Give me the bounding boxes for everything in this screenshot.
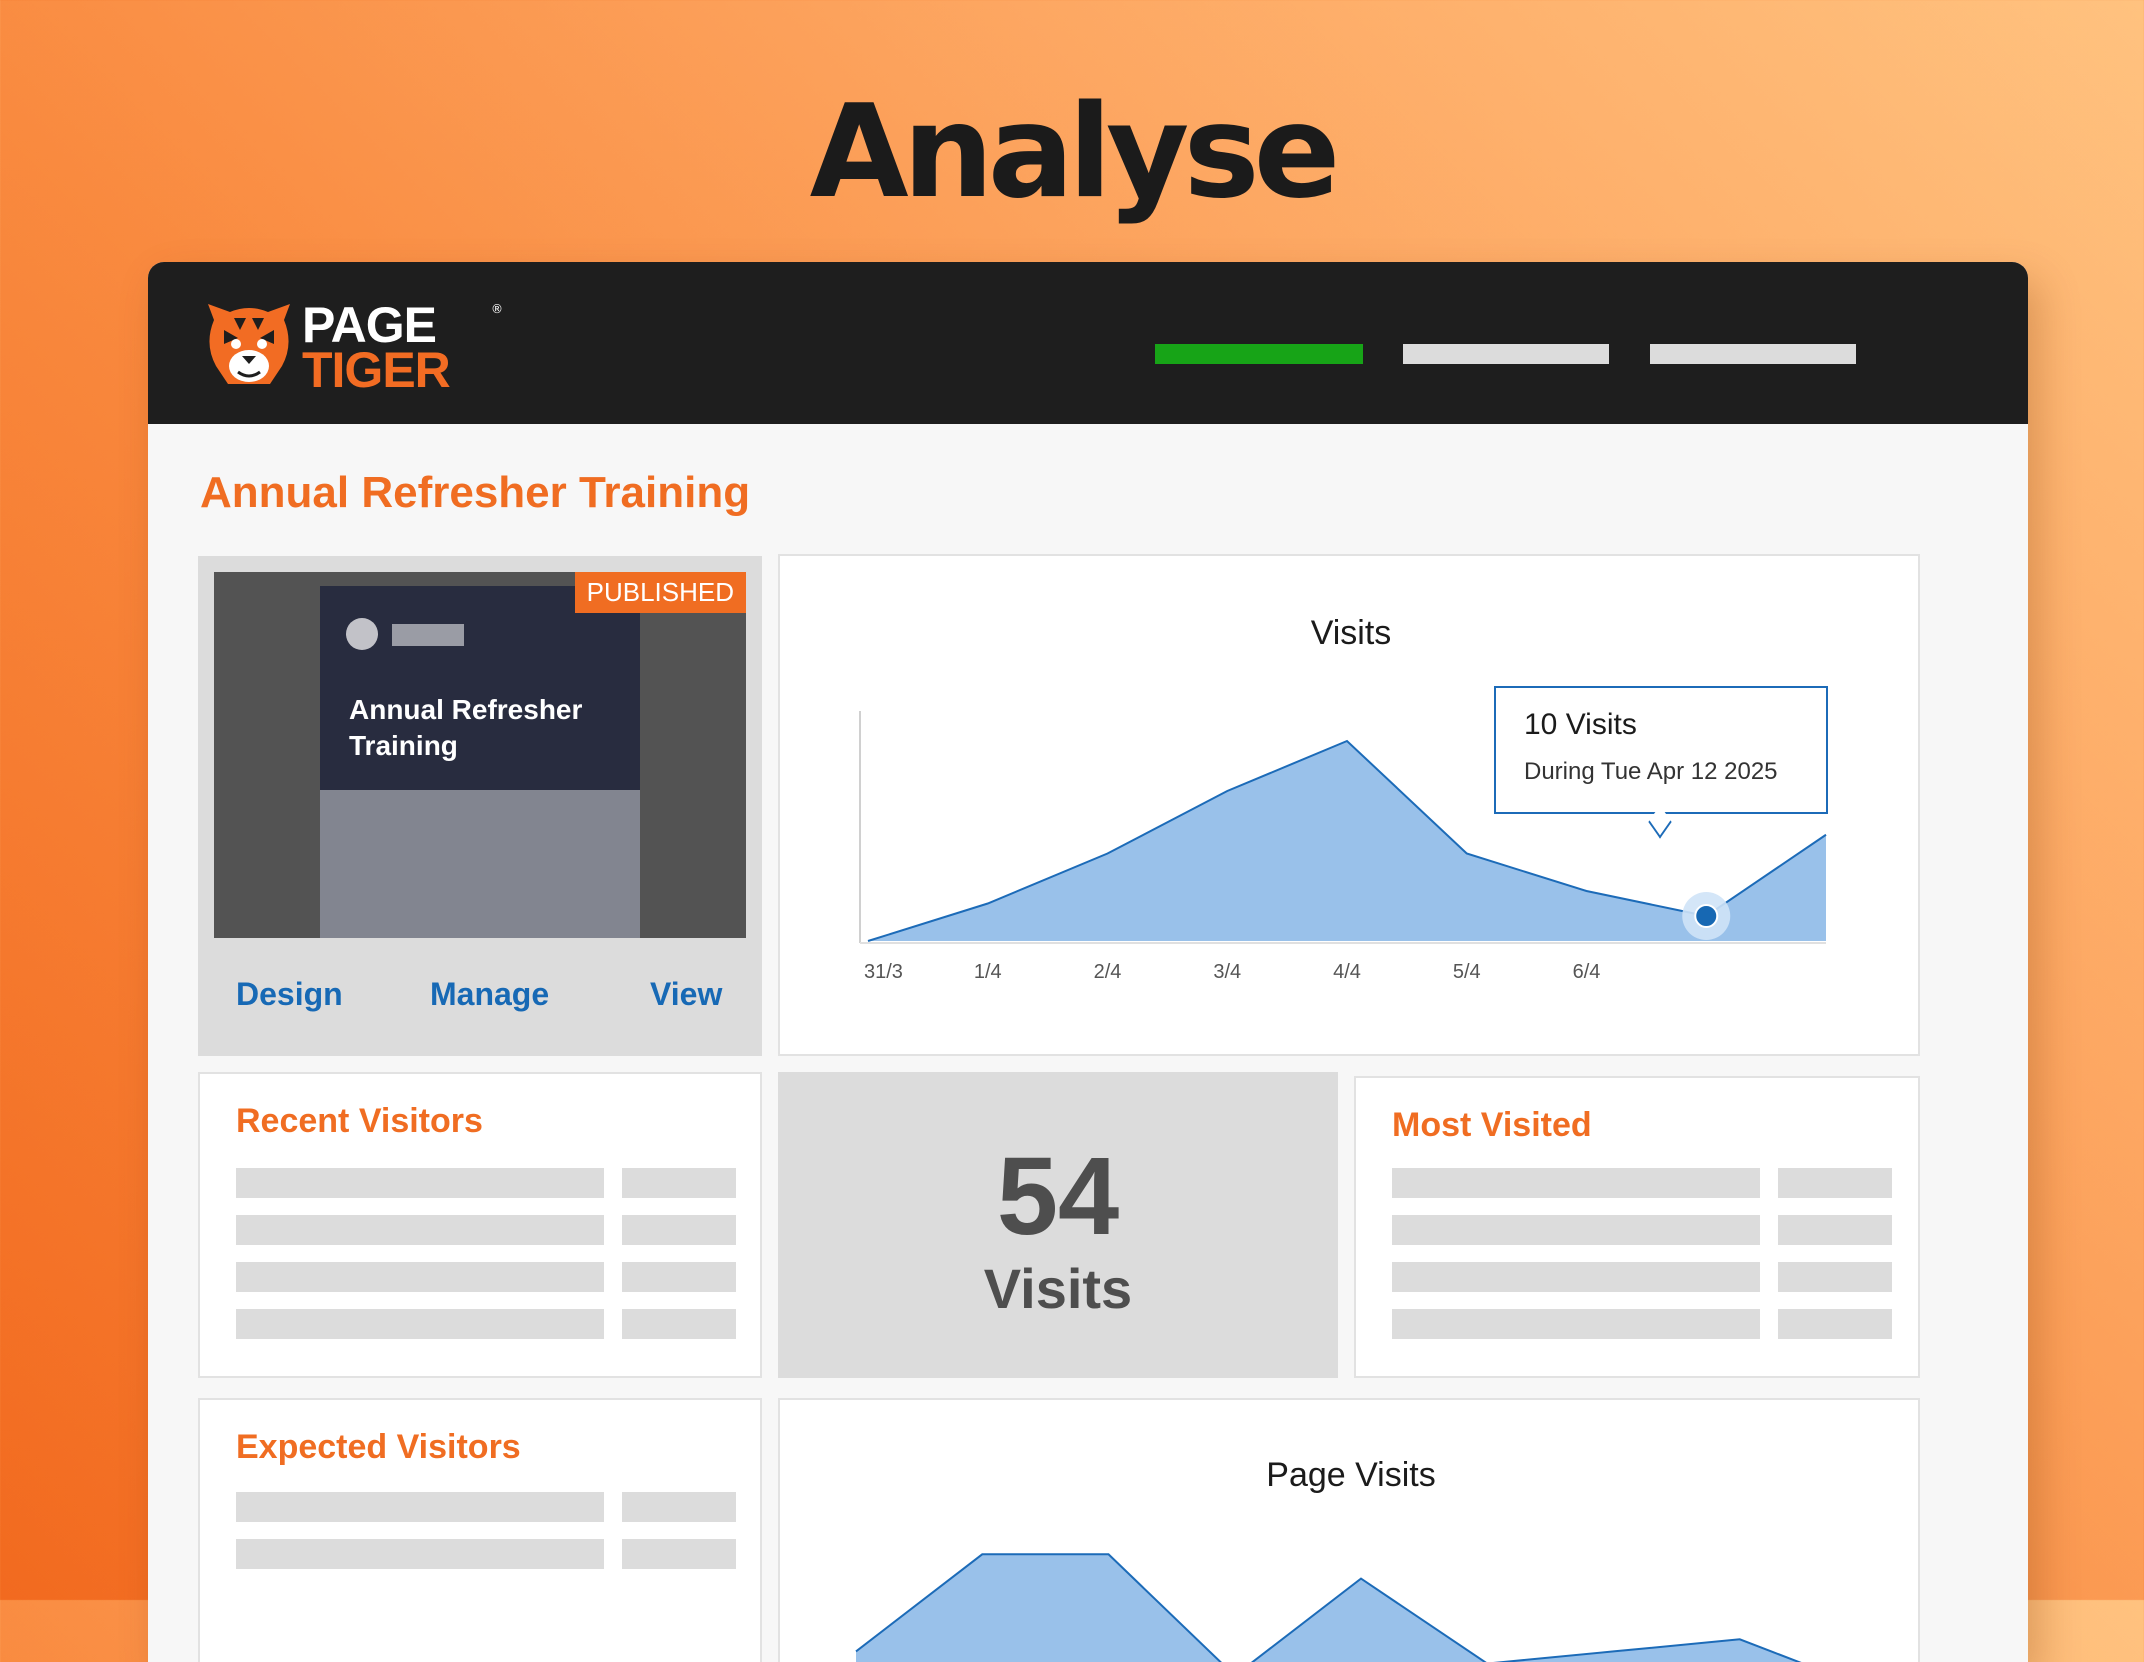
page-tiger-logo[interactable]: PAGE TIGER ® bbox=[204, 300, 503, 395]
highlight-point[interactable] bbox=[1694, 904, 1719, 928]
x-tick-label: 3/4 bbox=[1213, 961, 1241, 983]
expected-value-placeholder bbox=[622, 1492, 736, 1522]
thumbnail-text-placeholder bbox=[392, 624, 464, 646]
visitor-name-placeholder bbox=[236, 1309, 604, 1339]
tiger-icon bbox=[208, 304, 290, 384]
thumbnail-title: Annual Refresher Training bbox=[349, 694, 583, 761]
nav-tab-3[interactable] bbox=[1650, 344, 1856, 364]
thumbnail-avatar-placeholder bbox=[346, 618, 378, 650]
page-value-placeholder bbox=[1778, 1309, 1892, 1339]
x-tick-label: 1/4 bbox=[974, 961, 1002, 983]
visitor-name-placeholder bbox=[236, 1215, 604, 1245]
visitor-value-placeholder bbox=[622, 1309, 736, 1339]
status-badge: PUBLISHED bbox=[574, 572, 746, 613]
tooltip-value: 10 Visits bbox=[1524, 708, 1637, 741]
expected-value-placeholder bbox=[622, 1539, 736, 1569]
total-visits-label: Visits bbox=[983, 1257, 1133, 1320]
x-tick-label: 2/4 bbox=[1094, 961, 1122, 983]
recent-visitors-title: Recent Visitors bbox=[236, 1102, 483, 1140]
page-value-placeholder bbox=[1778, 1262, 1892, 1292]
preview-card: Annual Refresher Training PUBLISHED Desi… bbox=[198, 556, 762, 1056]
x-tick-label: 6/4 bbox=[1573, 961, 1601, 983]
view-link[interactable]: View bbox=[650, 976, 722, 1013]
expected-name-placeholder bbox=[236, 1492, 604, 1522]
design-link[interactable]: Design bbox=[236, 976, 343, 1013]
page-name-placeholder bbox=[1392, 1215, 1760, 1245]
hero-title: Analyse bbox=[809, 78, 1341, 227]
visitor-value-placeholder bbox=[622, 1262, 736, 1292]
visits-chart-card: Visits 31/3 1/4 2/4 3/4 4/4 5/4 6/4 10 Visits … bbox=[778, 554, 1920, 1056]
thumbnail-header: Annual Refresher Training bbox=[320, 586, 640, 790]
top-navigation-bar: PAGE TIGER ® bbox=[148, 262, 2028, 424]
expected-name-placeholder bbox=[236, 1539, 604, 1569]
thumbnail-page: Annual Refresher Training bbox=[320, 586, 640, 938]
total-visits-card: 54 Visits bbox=[778, 1072, 1338, 1378]
page-title: Annual Refresher Training bbox=[200, 468, 751, 517]
page-name-placeholder bbox=[1392, 1262, 1760, 1292]
manage-link[interactable]: Manage bbox=[430, 976, 549, 1013]
document-thumbnail[interactable]: Annual Refresher Training PUBLISHED bbox=[214, 572, 746, 938]
visitor-name-placeholder bbox=[236, 1262, 604, 1292]
page-value-placeholder bbox=[1778, 1168, 1892, 1198]
registered-mark: ® bbox=[491, 302, 503, 316]
recent-visitors-card: Recent Visitors bbox=[198, 1072, 762, 1378]
page-name-placeholder bbox=[1392, 1309, 1760, 1339]
most-visited-card: Most Visited bbox=[1354, 1076, 1920, 1378]
page-visits-area bbox=[856, 1554, 1799, 1662]
expected-visitors-card: Expected Visitors bbox=[198, 1398, 762, 1662]
logo-wordmark-tiger: TIGER bbox=[302, 342, 451, 398]
chart-tooltip: 10 Visits During Tue Apr 12 2025 bbox=[1494, 686, 1828, 839]
most-visited-title: Most Visited bbox=[1392, 1106, 1592, 1144]
x-tick-label: 31/3 bbox=[864, 961, 903, 983]
page-value-placeholder bbox=[1778, 1215, 1892, 1245]
visitor-name-placeholder bbox=[236, 1168, 604, 1198]
nav-tab-2[interactable] bbox=[1403, 344, 1609, 364]
nav-tab-1-active[interactable] bbox=[1155, 344, 1363, 364]
total-visits-value: 54 bbox=[996, 1135, 1120, 1258]
tooltip-date: During Tue Apr 12 2025 bbox=[1524, 758, 1778, 785]
page-name-placeholder bbox=[1392, 1168, 1760, 1198]
visitor-value-placeholder bbox=[622, 1215, 736, 1245]
visitor-value-placeholder bbox=[622, 1168, 736, 1198]
app-window: PAGE TIGER ® Annual Refresher Training A… bbox=[148, 262, 2028, 1662]
page-visits-chart bbox=[855, 1553, 1802, 1662]
x-tick-label: 5/4 bbox=[1453, 961, 1481, 983]
x-tick-label: 4/4 bbox=[1333, 961, 1361, 983]
page-visits-chart-card: Page Visits bbox=[778, 1398, 1920, 1662]
expected-visitors-title: Expected Visitors bbox=[236, 1428, 521, 1466]
